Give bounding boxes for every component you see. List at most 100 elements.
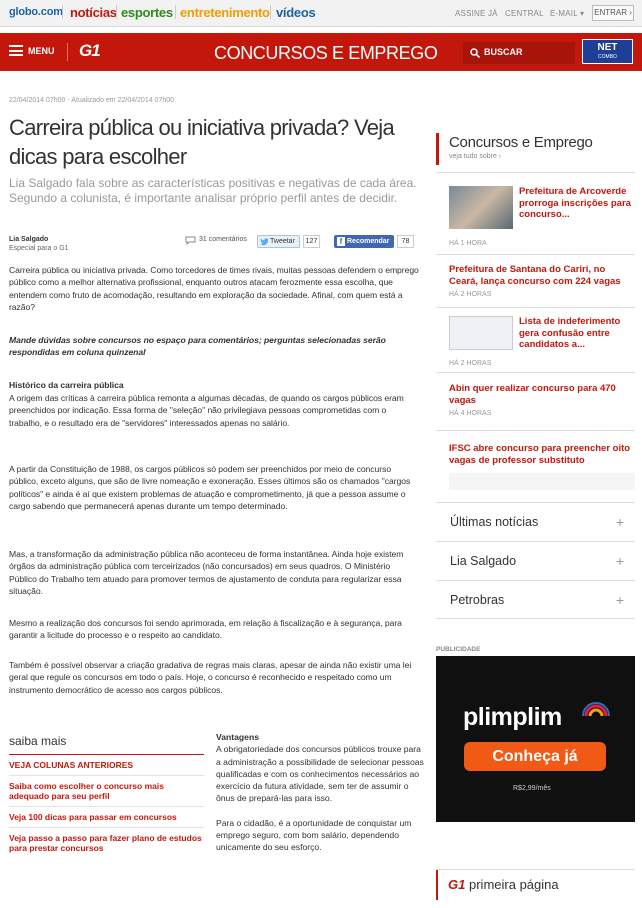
- author-name[interactable]: Lia Salgado: [9, 236, 48, 243]
- nav-entretenimento[interactable]: entretenimento: [180, 5, 270, 20]
- sidebar-title[interactable]: Concursos e Emprego: [449, 134, 593, 151]
- globo-brand-link[interactable]: globo.com: [9, 6, 63, 18]
- news-thumbnail: [449, 186, 513, 229]
- saiba-mais-link[interactable]: Saiba como escolher o concurso mais adeq…: [9, 776, 204, 807]
- ad-logo: plimplim: [463, 703, 562, 731]
- hamburger-icon[interactable]: [9, 45, 23, 56]
- subheading-historico: Histórico da carreira pública: [9, 380, 124, 390]
- divider: [436, 430, 635, 431]
- sidebar-see-all-link[interactable]: veja tudo sobre ›: [449, 153, 501, 160]
- facebook-count: 78: [397, 235, 414, 248]
- section-title[interactable]: CONCURSOS E EMPREGO: [214, 43, 438, 64]
- accordion-ultimas-noticias[interactable]: Últimas notícias +: [436, 502, 635, 541]
- divider: [62, 5, 63, 19]
- author-role: Especial para o G1: [9, 245, 69, 252]
- plimplim-ad[interactable]: plimplim Conheça já R$2,99/mês: [436, 656, 635, 822]
- search-label: BUSCAR: [484, 47, 523, 57]
- paragraph: A origem das críticas à carreira pública…: [9, 393, 404, 428]
- plus-icon[interactable]: +: [616, 514, 624, 530]
- saiba-mais-box: saiba mais VEJA COLUNAS ANTERIORES Saiba…: [9, 734, 204, 858]
- news-time: HÁ 2 HORAS: [449, 360, 492, 367]
- accent-bar: [436, 870, 438, 900]
- g1-primeira-pagina[interactable]: G1 primeira página: [436, 869, 635, 900]
- sidebar-accent-bar: [436, 133, 439, 165]
- nav-noticias[interactable]: notícias: [70, 5, 117, 20]
- saiba-mais-heading: saiba mais: [9, 734, 204, 755]
- nav-videos[interactable]: vídeos: [276, 5, 316, 20]
- plus-icon[interactable]: +: [616, 553, 624, 569]
- news-title[interactable]: Prefeitura de Arcoverde prorroga inscriç…: [519, 186, 635, 221]
- ad-price: R$2,99/mês: [513, 785, 551, 792]
- paragraph: Mas, a transformação da administração pú…: [9, 549, 404, 596]
- email-link[interactable]: E-MAIL ▾: [550, 9, 584, 18]
- paragraph-callout[interactable]: Mande dúvidas sobre concursos no espaço …: [9, 334, 419, 359]
- divider: [436, 254, 635, 255]
- saiba-mais-link[interactable]: Veja 100 dicas para passar em concursos: [9, 807, 204, 828]
- paragraph: Também é possível observar a criação gra…: [9, 660, 412, 695]
- article-title: Carreira pública ou iniciativa privada? …: [9, 115, 395, 169]
- g1-logo[interactable]: G1: [79, 41, 101, 61]
- assine-link[interactable]: ASSINE JÁ: [455, 9, 498, 18]
- news-thumbnail: [449, 316, 513, 350]
- divider: [436, 307, 635, 308]
- tweet-button[interactable]: Tweetar: [257, 235, 300, 248]
- advertising-label: PUBLICIDADE: [436, 646, 481, 653]
- ad-cta-button[interactable]: Conheça já: [464, 742, 606, 771]
- article-subtitle: Lia Salgado fala sobre as característica…: [9, 176, 417, 205]
- signal-icon: [582, 702, 610, 717]
- saiba-mais-link[interactable]: VEJA COLUNAS ANTERIORES: [9, 755, 204, 776]
- net-combo-ad[interactable]: NET COMBO: [582, 39, 633, 64]
- nav-esportes[interactable]: esportes: [121, 5, 173, 20]
- news-title[interactable]: IFSC abre concurso para preencher oito v…: [449, 443, 635, 466]
- news-title[interactable]: Lista de indeferimento gera confusão ent…: [519, 316, 635, 351]
- sidebar-news-item[interactable]: Abin quer realizar concurso para 470 vag…: [449, 383, 635, 417]
- primeira-label: primeira página: [469, 877, 559, 892]
- news-time: HÁ 2 HORAS: [449, 291, 492, 298]
- sidebar-news-item[interactable]: IFSC abre concurso para preencher oito v…: [449, 443, 635, 466]
- twitter-bird-icon: [260, 238, 269, 246]
- menu-button[interactable]: MENU: [28, 46, 55, 56]
- divider: [270, 5, 271, 19]
- divider: [436, 172, 635, 173]
- divider: [67, 43, 68, 61]
- sidebar-news-item[interactable]: Lista de indeferimento gera confusão ent…: [449, 316, 635, 367]
- facebook-icon: f: [337, 237, 345, 246]
- accordion-label: Últimas notícias: [450, 515, 539, 529]
- login-button[interactable]: ENTRAR ›: [592, 5, 634, 21]
- paragraph: A partir da Constituição de 1988, os car…: [9, 464, 411, 511]
- accordion-lia-salgado[interactable]: Lia Salgado +: [436, 541, 635, 580]
- subheading-vantagens: Vantagens: [216, 732, 259, 742]
- tweet-count: 127: [303, 235, 320, 248]
- divider: [116, 5, 117, 19]
- facebook-label: Recomendar: [347, 238, 390, 245]
- divider: [436, 372, 635, 373]
- sidebar-news-item[interactable]: Prefeitura de Arcoverde prorroga inscriç…: [449, 186, 635, 247]
- search-icon: [470, 48, 480, 58]
- news-title[interactable]: Abin quer realizar concurso para 470 vag…: [449, 383, 635, 406]
- comments-link[interactable]: 31 comentários: [199, 236, 247, 243]
- g1-small-logo: G1: [448, 877, 466, 892]
- comment-icon: [185, 236, 196, 245]
- central-link[interactable]: CENTRAL: [505, 9, 544, 18]
- sidebar-news-item[interactable]: Prefeitura de Santana do Cariri, no Cear…: [449, 264, 635, 298]
- news-time: HÁ 4 HORAS: [449, 410, 492, 417]
- tweet-label: Tweetar: [270, 238, 295, 245]
- accordion-label: Lia Salgado: [450, 554, 517, 568]
- paragraph: Mesmo a realização dos concursos foi sen…: [9, 618, 402, 641]
- accordion-label: Petrobras: [450, 593, 505, 607]
- g1-header: MENU G1 CONCURSOS E EMPREGO BUSCAR NET C…: [0, 33, 642, 71]
- saiba-mais-link[interactable]: Veja passo a passo para fazer plano de e…: [9, 828, 204, 858]
- paragraph: A obrigatoriedade dos concursos públicos…: [216, 744, 424, 804]
- net-combo-text: COMBO: [598, 54, 617, 60]
- vantagens-column: Vantagens A obrigatoriedade dos concurso…: [216, 731, 426, 854]
- facebook-recommend-button[interactable]: f Recomendar: [334, 235, 394, 248]
- news-time: HÁ 1 HORA: [449, 240, 487, 247]
- news-thumbnail: [449, 473, 635, 490]
- paragraph: Para o cidadão, é a oportunidade de conq…: [216, 817, 412, 853]
- paragraph: Carreira pública ou iniciativa privada. …: [9, 265, 419, 312]
- plus-icon[interactable]: +: [616, 592, 624, 608]
- divider: [175, 5, 176, 19]
- accordion-petrobras[interactable]: Petrobras +: [436, 580, 635, 619]
- search-button[interactable]: BUSCAR: [463, 42, 575, 64]
- news-title[interactable]: Prefeitura de Santana do Cariri, no Cear…: [449, 264, 635, 287]
